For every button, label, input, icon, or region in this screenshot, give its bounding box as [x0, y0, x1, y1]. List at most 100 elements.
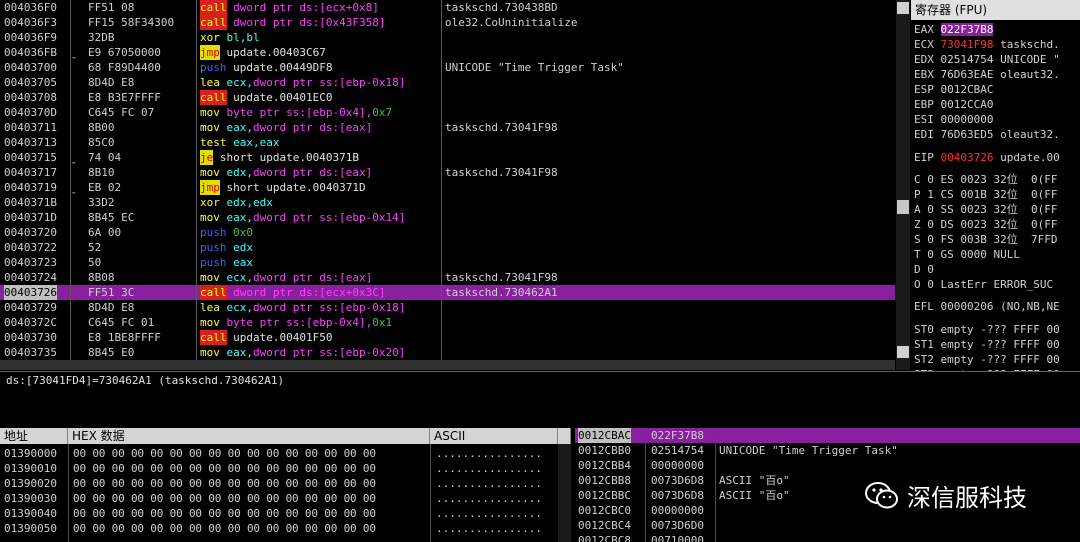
register-value[interactable]: 00000000: [941, 113, 994, 126]
register-value[interactable]: 76D63EAE: [941, 68, 994, 81]
register-line[interactable]: Z 0 DS 0023 32位 0(FF: [914, 217, 1057, 232]
register-value[interactable]: LastErr: [941, 278, 987, 291]
register-line[interactable]: C 0 ES 0023 32位 0(FF: [914, 172, 1057, 187]
register-value[interactable]: 02514754: [941, 53, 994, 66]
stack-address: 0012CBB0: [578, 444, 631, 457]
disasm-hex: 50: [88, 256, 102, 269]
register-line[interactable]: O 0 LastErr ERROR_SUC: [914, 277, 1053, 292]
register-line[interactable]: ESI 00000000: [914, 112, 993, 127]
register-value[interactable]: 00403726: [941, 151, 994, 164]
disasm-row[interactable]: 0040371B 33D2 xor edx,edx: [0, 195, 895, 210]
stack-row[interactable]: 0012CBC8 00710000: [575, 533, 1080, 542]
disassembly-vscrollbar[interactable]: [896, 0, 910, 370]
disasm-row[interactable]: 00403708 E8 B3E7FFFF call update.00401EC0: [0, 90, 895, 105]
register-line[interactable]: ECX 73041F98 taskschd.: [914, 37, 1060, 52]
register-value[interactable]: empty: [941, 353, 974, 366]
disasm-row[interactable]: 004036F9 32DB xor bl,bl: [0, 30, 895, 45]
disasm-row[interactable]: 00403700 68 F89D4400 push update.00449DF8 U…: [0, 60, 895, 75]
disassembly-hscrollbar[interactable]: [0, 360, 895, 370]
memory-dump-pane[interactable]: 地址 HEX 数据 ASCII 01390000 00 00 00 00 00 0…: [0, 428, 571, 542]
disasm-mnemonic: push: [200, 256, 227, 269]
disasm-row[interactable]: 00403729 8D4D E8 lea ecx,dword ptr ss:[ebp…: [0, 300, 895, 315]
registers-pane[interactable]: 寄存器 (FPU) EAX 022F37B8 ECX 73041F98 tasks…: [911, 0, 1080, 427]
dump-header-address[interactable]: 地址: [0, 428, 68, 444]
disasm-row[interactable]: 0040370D C645 FC 07 mov byte ptr ss:[ebp-0…: [0, 105, 895, 120]
stack-value: 00000000: [651, 504, 704, 517]
scroll-down-button[interactable]: [897, 346, 909, 358]
disasm-instruction: test eax,eax: [200, 135, 279, 150]
disasm-row[interactable]: 004036F0 FF51 08 call dword ptr ds:[ecx+0x…: [0, 0, 895, 15]
disasm-hex: 68 F89D4400: [88, 61, 161, 74]
disasm-row[interactable]: 00403715 ˬ 74 04 je short update.0040371B: [0, 150, 895, 165]
register-line[interactable]: ST1 empty -??? FFFF 00: [914, 337, 1060, 352]
register-line[interactable]: EAX 022F37B8: [914, 22, 994, 37]
disasm-row[interactable]: 00403724 8B08 mov ecx,dword ptr ds:[eax] ta…: [0, 270, 895, 285]
dump-hex-bytes[interactable]: 00 00 00 00 00 00 00 00 00 00 00 00 00 0…: [73, 491, 376, 506]
scroll-thumb[interactable]: [897, 200, 909, 214]
dump-vscrollbar[interactable]: [558, 444, 571, 542]
register-value[interactable]: SS 0023: [941, 203, 987, 216]
register-value[interactable]: DS 0023: [941, 218, 987, 231]
register-line[interactable]: EIP 00403726 update.00: [914, 150, 1060, 165]
register-value[interactable]: 0012CCA0: [941, 98, 994, 111]
register-line[interactable]: ESP 0012CBAC: [914, 82, 993, 97]
register-line[interactable]: EDI 76D63ED5 oleaut32.: [914, 127, 1060, 142]
register-value[interactable]: 76D63ED5: [941, 128, 994, 141]
register-value[interactable]: ES 0023: [941, 173, 987, 186]
dump-header-hex[interactable]: HEX 数据: [68, 428, 430, 444]
register-line[interactable]: P 1 CS 001B 32位 0(FF: [914, 187, 1057, 202]
register-line[interactable]: S 0 FS 003B 32位 7FFD: [914, 232, 1057, 247]
register-value[interactable]: GS 0000: [941, 248, 987, 261]
register-value[interactable]: 0012CBAC: [941, 83, 994, 96]
stack-row[interactable]: 0012CBAC 022F37B8: [575, 428, 1080, 443]
disasm-row[interactable]: 004036F3 FF15 58F34300 call dword ptr ds:[…: [0, 15, 895, 30]
register-line[interactable]: EBX 76D63EAE oleaut32.: [914, 67, 1060, 82]
disassembly-pane[interactable]: 004036F0 FF51 08 call dword ptr ds:[ecx+0x…: [0, 0, 895, 370]
register-value[interactable]: FS 003B: [941, 233, 987, 246]
register-value[interactable]: 73041F98: [941, 38, 994, 51]
register-line[interactable]: EDX 02514754 UNICODE ": [914, 52, 1060, 67]
register-comment: UNICODE ": [1000, 53, 1060, 66]
dump-hex-bytes[interactable]: 00 00 00 00 00 00 00 00 00 00 00 00 00 0…: [73, 461, 376, 476]
disasm-row[interactable]: 00403726 FF51 3C call dword ptr ds:[ecx+0x…: [0, 285, 895, 300]
disasm-row[interactable]: 00403717 8B10 mov edx,dword ptr ds:[eax] ta…: [0, 165, 895, 180]
register-line[interactable]: ST2 empty -??? FFFF 00: [914, 352, 1060, 367]
register-value[interactable]: 00000206: [941, 300, 994, 313]
disasm-instruction: mov ecx,dword ptr ds:[eax]: [200, 270, 372, 285]
stack-comment: ASCII "百o": [719, 489, 790, 502]
disasm-row[interactable]: 00403730 E8 1BE8FFFF call update.00401F50: [0, 330, 895, 345]
register-value[interactable]: CS 001B: [941, 188, 987, 201]
register-line[interactable]: D 0: [914, 262, 941, 277]
dump-hex-bytes[interactable]: 00 00 00 00 00 00 00 00 00 00 00 00 00 0…: [73, 446, 376, 461]
stack-row[interactable]: 0012CBB0 02514754 UNICODE "Time Trigger Ta…: [575, 443, 1080, 458]
register-value[interactable]: 022F37B8: [940, 23, 994, 36]
dump-header-ascii[interactable]: ASCII: [430, 428, 558, 444]
register-name: ECX: [914, 38, 934, 51]
register-value[interactable]: empty: [941, 338, 974, 351]
stack-row[interactable]: 0012CBC4 0073D6D0: [575, 518, 1080, 533]
scroll-up-button[interactable]: [897, 2, 909, 14]
register-line[interactable]: ST0 empty -??? FFFF 00: [914, 322, 1060, 337]
disasm-row[interactable]: 00403719 ˬ EB 02 jmp short update.0040371D: [0, 180, 895, 195]
disasm-row[interactable]: 00403711 8B00 mov eax,dword ptr ds:[eax] ta…: [0, 120, 895, 135]
stack-row[interactable]: 0012CBB4 00000000: [575, 458, 1080, 473]
register-line[interactable]: EBP 0012CCA0: [914, 97, 993, 112]
disasm-row[interactable]: 00403722 52 push edx: [0, 240, 895, 255]
register-value[interactable]: empty: [941, 323, 974, 336]
dump-hex-bytes[interactable]: 00 00 00 00 00 00 00 00 00 00 00 00 00 0…: [73, 521, 376, 536]
disasm-row[interactable]: 004036FB ˬ E9 67050000 jmp update.00403C67: [0, 45, 895, 60]
register-line[interactable]: EFL 00000206 (NO,NB,NE: [914, 299, 1060, 314]
disasm-row[interactable]: 00403735 8B45 E0 mov eax,dword ptr ss:[ebp…: [0, 345, 895, 360]
jump-marker: ˬ: [72, 151, 76, 164]
dump-hex-bytes[interactable]: 00 00 00 00 00 00 00 00 00 00 00 00 00 0…: [73, 506, 376, 521]
disasm-row[interactable]: 0040372C C645 FC 01 mov byte ptr ss:[ebp-0…: [0, 315, 895, 330]
dump-hex-bytes[interactable]: 00 00 00 00 00 00 00 00 00 00 00 00 00 0…: [73, 476, 376, 491]
register-line[interactable]: A 0 SS 0023 32位 0(FF: [914, 202, 1057, 217]
register-line[interactable]: T 0 GS 0000 NULL: [914, 247, 1020, 262]
disasm-row[interactable]: 0040371D 8B45 EC mov eax,dword ptr ss:[ebp…: [0, 210, 895, 225]
disasm-row[interactable]: 00403723 50 push eax: [0, 255, 895, 270]
disasm-row[interactable]: 00403713 85C0 test eax,eax: [0, 135, 895, 150]
disasm-row[interactable]: 00403720 6A 00 push 0x0: [0, 225, 895, 240]
disasm-row[interactable]: 00403705 8D4D E8 lea ecx,dword ptr ss:[ebp…: [0, 75, 895, 90]
register-comment: -??? FFFF 00: [980, 323, 1060, 336]
